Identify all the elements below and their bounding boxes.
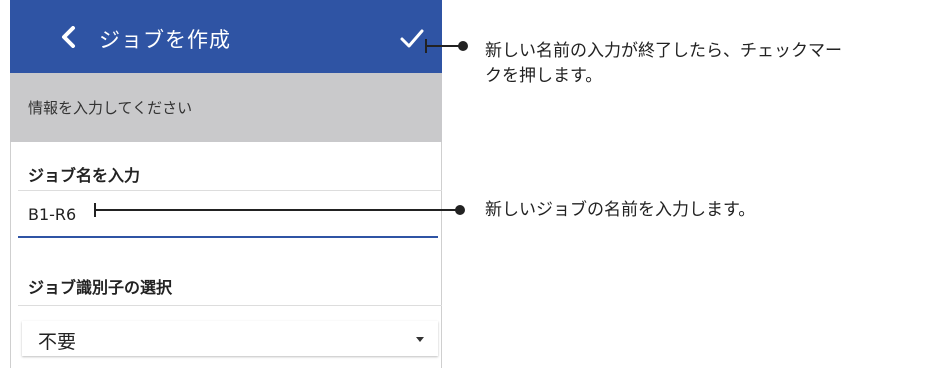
divider bbox=[18, 305, 442, 306]
callout-dot bbox=[455, 205, 465, 215]
callout-name-text: 新しいジョブの名前を入力します。 bbox=[485, 200, 756, 220]
job-id-select[interactable]: 不要 bbox=[22, 321, 438, 356]
info-banner-text: 情報を入力してください bbox=[28, 99, 193, 117]
caret-down-icon bbox=[416, 337, 424, 342]
job-id-label: ジョブ識別子の選択 bbox=[28, 278, 173, 297]
callout-dot bbox=[458, 41, 468, 51]
callout-line bbox=[94, 209, 460, 211]
job-name-label: ジョブ名を入力 bbox=[28, 166, 141, 185]
callout-confirm-text: 新しい名前の入力が終了したら、チェックマー クを押します。 bbox=[485, 39, 842, 89]
divider bbox=[18, 190, 442, 191]
info-banner: 情報を入力してください bbox=[10, 73, 442, 142]
callout-confirm-line2: クを押します。 bbox=[485, 66, 603, 86]
check-icon[interactable] bbox=[399, 27, 425, 49]
app-bar: ジョブを作成 bbox=[10, 0, 442, 73]
app-screen: ジョブを作成 情報を入力してください ジョブ名を入力 ジョブ識別子の選択 不要 bbox=[10, 0, 442, 368]
job-name-input[interactable] bbox=[18, 192, 438, 238]
page-title: ジョブを作成 bbox=[99, 28, 231, 52]
job-id-selected-value: 不要 bbox=[38, 331, 77, 353]
chevron-left-icon[interactable] bbox=[58, 26, 80, 48]
callout-confirm-line1: 新しい名前の入力が終了したら、チェックマー bbox=[485, 41, 842, 61]
